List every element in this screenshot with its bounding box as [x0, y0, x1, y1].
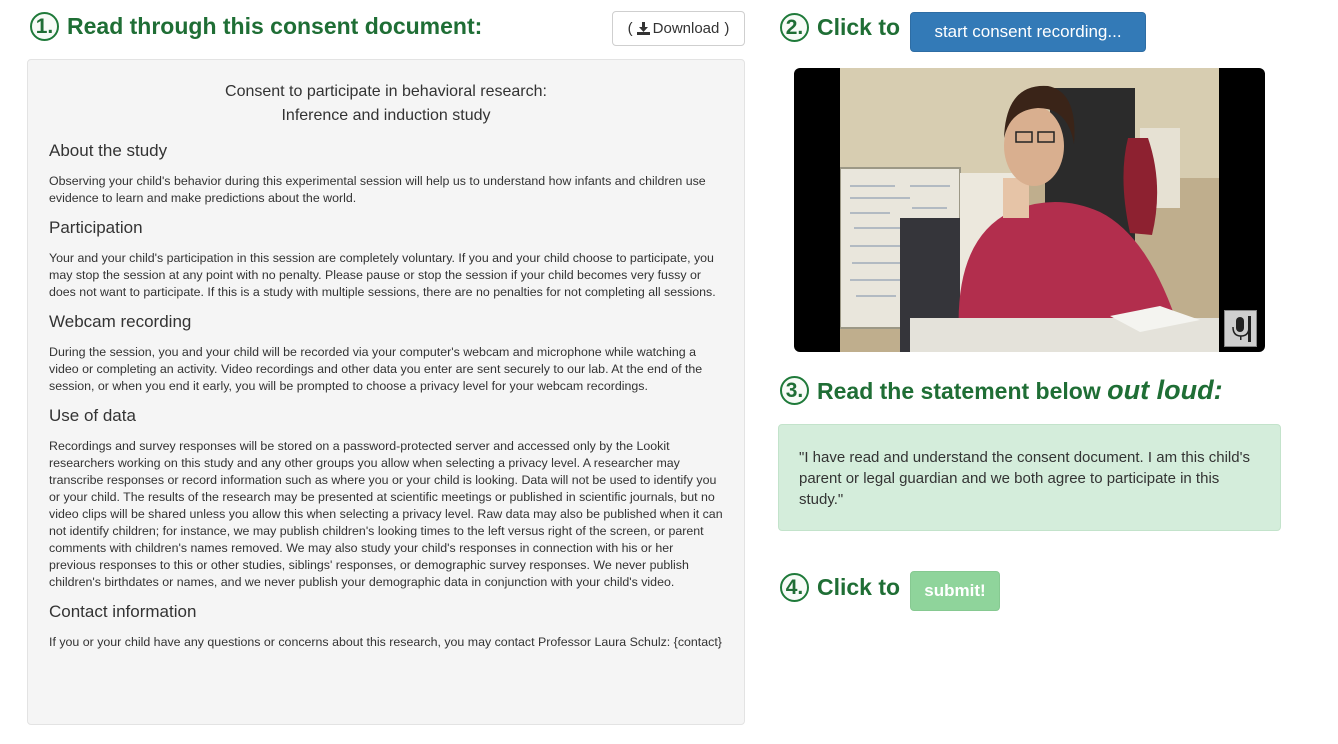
consent-title-line-1: Consent to participate in behavioral res… [225, 83, 547, 100]
step-3-label: Read the statement below out loud: [817, 375, 1223, 406]
download-label: Download [652, 20, 720, 37]
webcam-preview [794, 68, 1265, 352]
step-4-heading: 4. Click to [780, 573, 900, 602]
section-heading-about: About the study [49, 141, 168, 160]
microphone-icon[interactable] [1224, 310, 1257, 347]
step-1-heading: 1. Read through this consent document: [30, 12, 482, 41]
consent-title: Consent to participate in behavioral res… [49, 80, 723, 128]
step-4-number: 4. [780, 573, 809, 602]
section-body-participation: Your and your child's participation in t… [49, 251, 716, 299]
download-button[interactable]: ( Download ) [612, 11, 745, 46]
consent-statement: "I have read and understand the consent … [778, 424, 1281, 531]
step-3-heading: 3. Read the statement below out loud: [780, 375, 1223, 406]
consent-title-line-2: Inference and induction study [281, 107, 491, 124]
step-2-label: Click to [817, 14, 901, 40]
start-recording-button[interactable]: start consent recording... [910, 12, 1146, 52]
step-1-label: Read through this consent document: [67, 13, 483, 39]
step-1-number: 1. [30, 12, 59, 41]
step-2-heading: 2. Click to [780, 13, 900, 42]
section-body-webcam: During the session, you and your child w… [49, 345, 703, 393]
section-heading-participation: Participation [49, 218, 143, 237]
step-3-number: 3. [780, 376, 809, 405]
section-body-use-of-data: Recordings and survey responses will be … [49, 439, 723, 589]
consent-document[interactable]: Consent to participate in behavioral res… [27, 59, 745, 725]
section-heading-use-of-data: Use of data [49, 406, 136, 425]
section-heading-webcam: Webcam recording [49, 312, 192, 331]
download-close-paren: ) [724, 20, 730, 37]
step-2-number: 2. [780, 13, 809, 42]
webcam-video-image [840, 68, 1219, 352]
section-body-about: Observing your child's behavior during t… [49, 174, 706, 205]
submit-button[interactable]: submit! [910, 571, 1000, 611]
section-body-contact: If you or your child have any questions … [49, 635, 722, 649]
step-4-label: Click to [817, 574, 901, 600]
step-3-emphasis: out loud: [1107, 375, 1223, 405]
download-open-paren: ( [627, 20, 633, 37]
section-heading-contact: Contact information [49, 602, 197, 621]
step-3-label-text: Read the statement below [817, 378, 1101, 404]
download-icon [636, 22, 650, 35]
